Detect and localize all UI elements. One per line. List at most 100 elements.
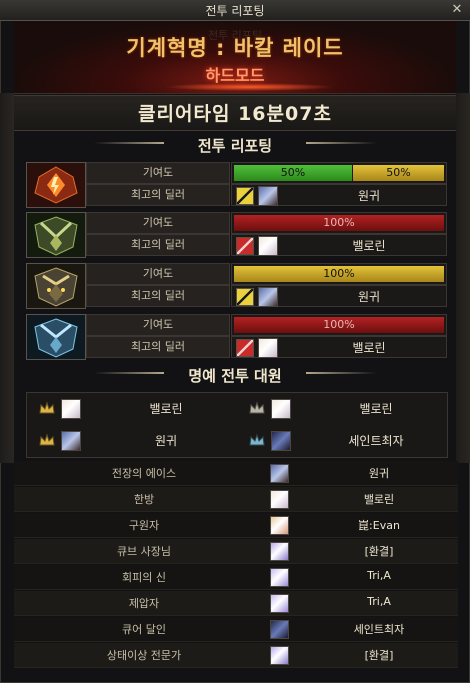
contribution-bar-track: 50% 50% xyxy=(231,162,447,184)
crown-icon xyxy=(249,433,265,446)
avatar xyxy=(258,186,278,206)
top-dealer-name: 밸로린 xyxy=(352,341,386,355)
honor-members-panel: 밸로린 밸로린 원귀 세인트최자 xyxy=(26,392,448,458)
boss-row: 기여도 100% 최고의 딜러 밸로린 xyxy=(26,212,447,258)
avatar xyxy=(271,399,291,419)
award-row[interactable]: 상태이상 전문가 [환결] xyxy=(14,643,458,668)
avatar xyxy=(270,594,289,613)
left-side-panel xyxy=(0,93,14,463)
top-dealer-label: 최고의 딜러 xyxy=(86,285,230,307)
avatar xyxy=(61,399,81,419)
award-player: Tri,A xyxy=(367,595,391,608)
avatar xyxy=(271,431,291,451)
honor-members-header: 명예 전투 대원 xyxy=(14,362,456,386)
honor-member[interactable]: 원귀 xyxy=(31,427,231,453)
banner-flare xyxy=(164,83,334,91)
honor-member-name: 밸로린 xyxy=(149,402,183,416)
crown-icon xyxy=(39,401,55,414)
battle-report-header: 전투 리포팅 xyxy=(14,132,456,156)
award-row[interactable]: 구원자 崑:Evan xyxy=(14,513,458,538)
ornament-right xyxy=(306,142,376,144)
avatar xyxy=(61,431,81,451)
top-dealer-label: 최고의 딜러 xyxy=(86,336,230,358)
boss-portrait-icon xyxy=(26,314,86,360)
award-title: 큐브 사장님 xyxy=(116,545,172,558)
avatar xyxy=(258,236,278,256)
avatar xyxy=(258,338,278,358)
award-title: 제압자 xyxy=(128,597,160,610)
award-row[interactable]: 큐어 달인 세인트최자 xyxy=(14,617,458,642)
contribution-bar: 50% xyxy=(234,165,352,181)
avatar xyxy=(270,568,289,587)
top-dealer-name: 원귀 xyxy=(357,290,381,304)
class-chip-icon xyxy=(236,339,254,357)
award-row[interactable]: 큐브 사장님 [환결] xyxy=(14,539,458,564)
award-row[interactable]: 회피의 신 Tri,A xyxy=(14,565,458,590)
award-player: 崑:Evan xyxy=(358,519,400,532)
class-chip-icon xyxy=(236,187,254,205)
avatar xyxy=(258,287,278,307)
boss-row: 기여도 100% 최고의 딜러 밸로린 xyxy=(26,314,447,360)
crown-icon xyxy=(39,433,55,446)
awards-list: 전장의 에이스 원귀 한방 밸로린 구원자 崑:Evan 큐브 사장님 [환결]… xyxy=(14,461,458,671)
contribution-bar-track: 100% xyxy=(231,212,447,234)
award-player: [환결] xyxy=(364,545,394,558)
class-chip-icon xyxy=(236,288,254,306)
honor-member[interactable]: 밸로린 xyxy=(31,395,231,421)
award-title: 큐어 달인 xyxy=(122,623,166,636)
contribution-bar: 100% xyxy=(234,317,444,333)
top-dealer-box: 원귀 xyxy=(231,184,447,206)
avatar xyxy=(270,542,289,561)
award-player: [환결] xyxy=(364,649,394,662)
award-player: 세인트최자 xyxy=(353,623,405,636)
contribution-bar: 100% xyxy=(234,266,444,282)
award-title: 전장의 에이스 xyxy=(111,467,177,480)
right-side-panel xyxy=(456,93,470,463)
title-bar[interactable]: 전투 리포팅 ✕ xyxy=(0,0,470,21)
boss-portrait-icon xyxy=(26,263,86,309)
boss-portrait-icon xyxy=(26,162,86,208)
honor-member-name: 원귀 xyxy=(154,434,178,448)
top-dealer-box: 밸로린 xyxy=(231,234,447,256)
boss-row: 기여도 50% 50% 최고의 딜러 원귀 xyxy=(26,162,447,208)
battle-report-title: 전투 리포팅 xyxy=(197,137,273,155)
award-title: 구원자 xyxy=(128,519,160,532)
class-chip-icon xyxy=(236,237,254,255)
contribution-bar-track: 100% xyxy=(231,263,447,285)
award-player: Tri,A xyxy=(367,569,391,582)
boss-portrait-icon xyxy=(26,212,86,258)
honor-member[interactable]: 세인트최자 xyxy=(241,427,441,453)
battle-report-window: 전투 리포팅 ✕ 전투 리포팅 기계혁명 : 바칼 레이드 하드모드 클리어타임… xyxy=(0,0,470,683)
honor-member-name: 세인트최자 xyxy=(348,434,404,448)
award-row[interactable]: 전장의 에이스 원귀 xyxy=(14,461,458,486)
avatar xyxy=(270,646,289,665)
award-player: 원귀 xyxy=(368,467,390,480)
award-row[interactable]: 한방 밸로린 xyxy=(14,487,458,512)
top-dealer-box: 밸로린 xyxy=(231,336,447,358)
top-dealer-name: 원귀 xyxy=(357,189,381,203)
award-player: 밸로린 xyxy=(363,493,395,506)
raid-banner: 전투 리포팅 기계혁명 : 바칼 레이드 하드모드 xyxy=(14,21,456,94)
window-title: 전투 리포팅 xyxy=(205,4,265,18)
contribution-label: 기여도 xyxy=(86,314,230,336)
top-dealer-box: 원귀 xyxy=(231,285,447,307)
contribution-label: 기여도 xyxy=(86,263,230,285)
award-title: 회피의 신 xyxy=(122,571,166,584)
avatar xyxy=(270,516,289,535)
honor-member-name: 밸로린 xyxy=(359,402,393,416)
contribution-bar: 50% xyxy=(353,165,444,181)
award-title: 한방 xyxy=(133,493,155,506)
top-dealer-name: 밸로린 xyxy=(352,239,386,253)
clear-time: 클리어타임 16분07초 xyxy=(138,103,332,125)
clear-time-box: 클리어타임 16분07초 xyxy=(14,95,456,131)
contribution-bar-track: 100% xyxy=(231,314,447,336)
boss-row: 기여도 100% 최고의 딜러 원귀 xyxy=(26,263,447,309)
close-icon[interactable]: ✕ xyxy=(450,3,464,17)
contribution-label: 기여도 xyxy=(86,212,230,234)
honor-member[interactable]: 밸로린 xyxy=(241,395,441,421)
avatar xyxy=(270,620,289,639)
contribution-label: 기여도 xyxy=(86,162,230,184)
raid-name: 기계혁명 : 바칼 레이드 xyxy=(126,36,344,60)
award-row[interactable]: 제압자 Tri,A xyxy=(14,591,458,616)
top-dealer-label: 최고의 딜러 xyxy=(86,234,230,256)
